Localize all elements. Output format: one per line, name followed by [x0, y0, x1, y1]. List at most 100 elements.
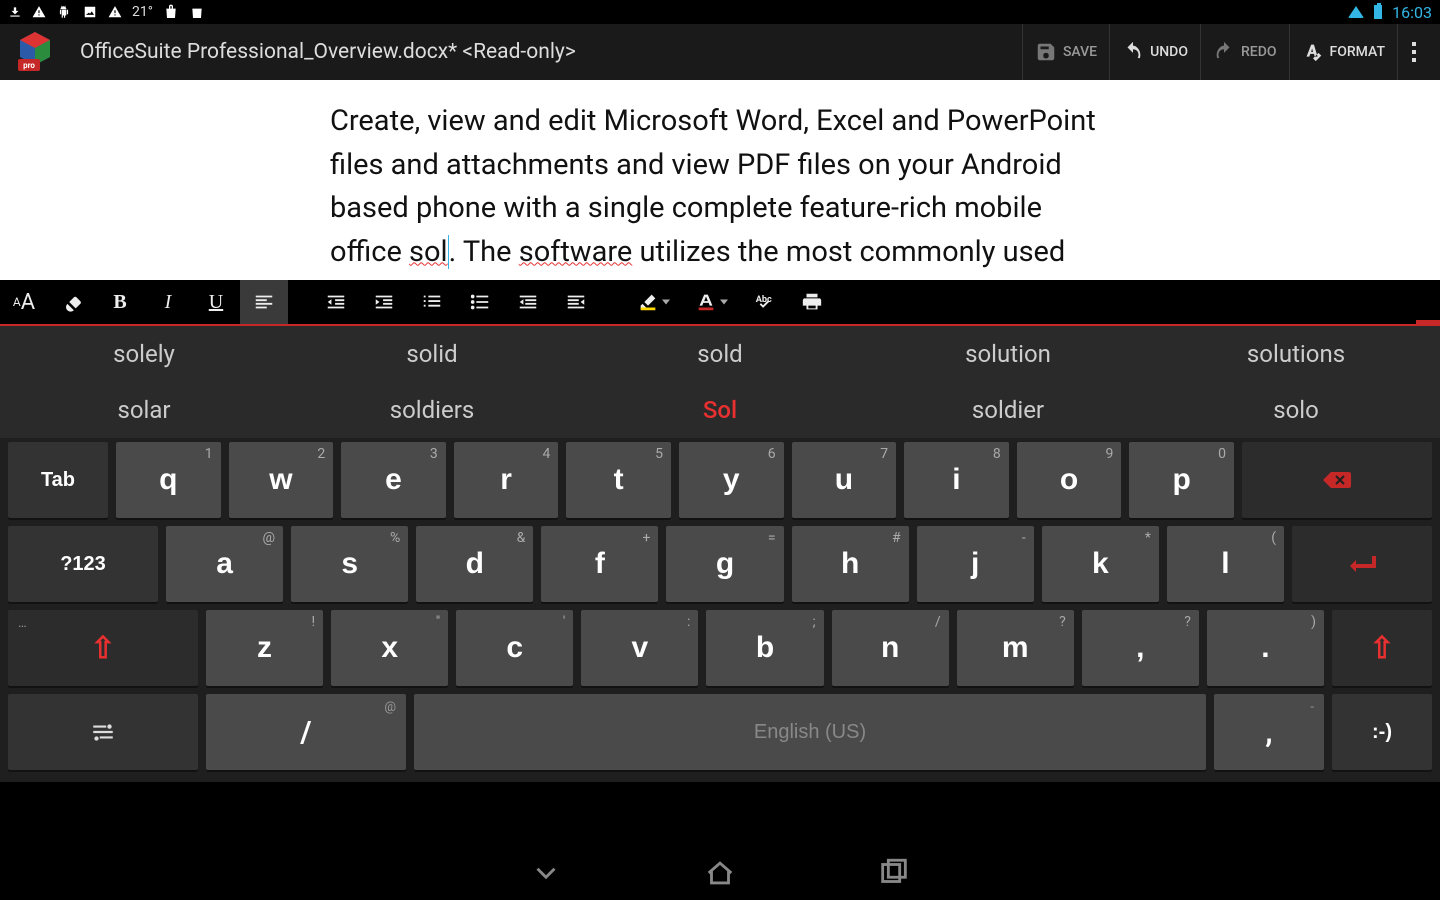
- bold-button[interactable]: B: [96, 280, 144, 324]
- undo-button[interactable]: UNDO: [1109, 24, 1200, 80]
- suggestion-item[interactable]: soldier: [864, 382, 1152, 438]
- play-store-icon: [189, 4, 205, 20]
- key-m[interactable]: ?m: [957, 610, 1074, 686]
- suggestion-item[interactable]: soldiers: [288, 382, 576, 438]
- android-nav-bar: [0, 846, 1440, 900]
- status-left: 21°: [8, 4, 205, 20]
- key-d[interactable]: &d: [416, 526, 533, 602]
- key-f[interactable]: +f: [541, 526, 658, 602]
- temperature: 21°: [132, 4, 153, 20]
- suggestion-row: solarsoldiersSolsoldiersolo: [0, 382, 1440, 438]
- indent-button[interactable]: [552, 280, 600, 324]
- slash-key[interactable]: @/: [206, 694, 406, 770]
- suggestion-item[interactable]: solely: [0, 326, 288, 382]
- key-c[interactable]: 'c: [456, 610, 573, 686]
- key-p[interactable]: 0p: [1129, 442, 1234, 518]
- emoji-key[interactable]: :-): [1332, 694, 1432, 770]
- key-q[interactable]: 1q: [116, 442, 221, 518]
- underline-button[interactable]: U: [192, 280, 240, 324]
- symbols-key[interactable]: ?123: [8, 526, 158, 602]
- shift-key-left[interactable]: … ⇧: [8, 610, 198, 686]
- key-r[interactable]: 4r: [454, 442, 559, 518]
- key-x[interactable]: "x: [331, 610, 448, 686]
- key-l[interactable]: (l: [1167, 526, 1284, 602]
- shopping-bag-icon: [163, 4, 179, 20]
- image-icon: [82, 5, 98, 19]
- key-u[interactable]: 7u: [792, 442, 897, 518]
- doc-text: . The: [449, 235, 519, 269]
- suggestion-item[interactable]: sold: [576, 326, 864, 382]
- key-a[interactable]: @a: [166, 526, 283, 602]
- align-left-button[interactable]: [240, 280, 288, 324]
- nav-back-hide-keyboard[interactable]: [529, 856, 563, 890]
- key-h[interactable]: #h: [792, 526, 909, 602]
- italic-button[interactable]: I: [144, 280, 192, 324]
- suggestion-item[interactable]: solution: [864, 326, 1152, 382]
- warning-icon: [108, 5, 122, 19]
- battery-icon: [1374, 5, 1382, 19]
- backspace-key[interactable]: [1242, 442, 1432, 518]
- spell-error[interactable]: software: [519, 235, 633, 269]
- wifi-icon: [1348, 6, 1364, 18]
- spellcheck-button[interactable]: Abc: [740, 280, 788, 324]
- key-t[interactable]: 5t: [566, 442, 671, 518]
- nav-recent[interactable]: [877, 856, 911, 890]
- print-button[interactable]: [788, 280, 836, 324]
- shift-key-right[interactable]: ⇧: [1332, 610, 1432, 686]
- key-k[interactable]: *k: [1042, 526, 1159, 602]
- numbered-list-button[interactable]: [408, 280, 456, 324]
- suggestion-item[interactable]: solo: [1152, 382, 1440, 438]
- keyboard-suggestions: solelysolidsoldsolutionsolutions solarso…: [0, 326, 1440, 438]
- key-e[interactable]: 3e: [341, 442, 446, 518]
- bullet-list-button[interactable]: [456, 280, 504, 324]
- document-area[interactable]: Create, view and edit Microsoft Word, Ex…: [0, 80, 1440, 280]
- font-color-button[interactable]: [682, 280, 730, 324]
- key-j[interactable]: -j: [917, 526, 1034, 602]
- suggestion-row: solelysolidsoldsolutionsolutions: [0, 326, 1440, 382]
- tab-key[interactable]: Tab: [8, 442, 108, 518]
- key-i[interactable]: 8i: [904, 442, 1009, 518]
- key-b[interactable]: ;b: [706, 610, 823, 686]
- comma-key[interactable]: -,: [1214, 694, 1324, 770]
- suggestion-drag-handle[interactable]: [1416, 320, 1440, 326]
- key-w[interactable]: 2w: [229, 442, 334, 518]
- key-.[interactable]: ).: [1207, 610, 1324, 686]
- paint-format-button[interactable]: [48, 280, 96, 324]
- format-toolbar: AA B I U Abc: [0, 280, 1440, 326]
- android-status-bar: 21° 16:03: [0, 0, 1440, 24]
- font-size-button[interactable]: AA: [0, 280, 48, 324]
- key-g[interactable]: =g: [666, 526, 783, 602]
- spell-error[interactable]: sol: [409, 235, 448, 269]
- suggestion-item[interactable]: Sol: [576, 382, 864, 438]
- key-s[interactable]: %s: [291, 526, 408, 602]
- key-y[interactable]: 6y: [679, 442, 784, 518]
- redo-button[interactable]: REDO: [1200, 24, 1289, 80]
- indent-decrease-button[interactable]: [312, 280, 360, 324]
- outdent-button[interactable]: [504, 280, 552, 324]
- key-,[interactable]: ?,: [1082, 610, 1199, 686]
- suggestion-item[interactable]: solid: [288, 326, 576, 382]
- format-button[interactable]: FORMAT: [1289, 24, 1398, 80]
- svg-text:Abc: Abc: [756, 295, 772, 305]
- save-button[interactable]: SAVE: [1022, 24, 1109, 80]
- nav-home[interactable]: [703, 856, 737, 890]
- overflow-menu[interactable]: [1397, 24, 1430, 80]
- svg-text:pro: pro: [23, 61, 35, 70]
- settings-key[interactable]: [8, 694, 198, 770]
- key-n[interactable]: /n: [832, 610, 949, 686]
- android-icon: [56, 5, 72, 19]
- enter-key[interactable]: [1292, 526, 1432, 602]
- indent-increase-button[interactable]: [360, 280, 408, 324]
- keyboard: Tab 1q2w3e4r5t6y7u8i9o0p ?123 @a%s&d+f=g…: [0, 438, 1440, 782]
- suggestion-item[interactable]: solar: [0, 382, 288, 438]
- space-key[interactable]: English (US): [414, 694, 1206, 770]
- app-logo[interactable]: pro: [10, 27, 60, 77]
- warning-icon: [32, 5, 46, 19]
- key-v[interactable]: :v: [581, 610, 698, 686]
- highlight-button[interactable]: [624, 280, 672, 324]
- download-icon: [8, 5, 22, 19]
- status-right: 16:03: [1348, 3, 1432, 22]
- key-z[interactable]: !z: [206, 610, 323, 686]
- key-o[interactable]: 9o: [1017, 442, 1122, 518]
- suggestion-item[interactable]: solutions: [1152, 326, 1440, 382]
